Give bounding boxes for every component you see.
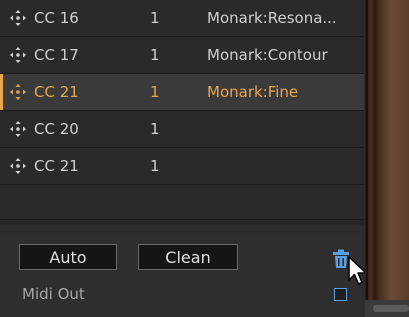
selection-indicator [0, 74, 3, 110]
midi-mapping-panel: CC 16 1 Monark:Resona... CC 17 1 Monark: [0, 0, 367, 317]
mapping-list: CC 16 1 Monark:Resona... CC 17 1 Monark: [0, 0, 364, 225]
wood-edge-divider [366, 0, 368, 300]
cc-number: CC 21 [34, 83, 79, 101]
auto-button[interactable]: Auto [19, 244, 117, 270]
midi-channel: 1 [150, 46, 160, 64]
mapped-parameter: Monark:Fine [207, 83, 299, 101]
mapping-row[interactable]: CC 16 1 Monark:Resona... [0, 0, 364, 37]
horizontal-scrollbar[interactable] [365, 300, 409, 317]
midi-out-label: Midi Out [22, 285, 85, 303]
wood-side-panel [365, 0, 409, 300]
mapped-parameter: Monark:Resona... [207, 9, 337, 27]
midi-channel: 1 [150, 157, 160, 175]
mapping-row[interactable]: CC 17 1 Monark:Contour [0, 37, 364, 74]
mapped-parameter: Monark:Contour [207, 46, 328, 64]
midi-channel: 1 [150, 83, 160, 101]
cc-number: CC 20 [34, 120, 79, 138]
mapping-row[interactable]: CC 20 1 [0, 111, 364, 148]
midi-channel: 1 [150, 120, 160, 138]
drag-handle-icon[interactable] [10, 37, 30, 73]
empty-list-row [0, 185, 364, 220]
drag-handle-icon[interactable] [10, 111, 30, 147]
cc-number: CC 16 [34, 9, 79, 27]
midi-channel: 1 [150, 9, 160, 27]
mapping-toolbar: Auto Clean Midi Out [0, 233, 367, 317]
scrollbar-thumb[interactable] [373, 305, 409, 312]
mapping-row-selected[interactable]: CC 21 1 Monark:Fine [0, 74, 364, 111]
cc-number: CC 21 [34, 157, 79, 175]
drag-handle-icon[interactable] [10, 0, 30, 36]
clean-button[interactable]: Clean [138, 244, 238, 270]
mapping-row[interactable]: CC 21 1 [0, 148, 364, 185]
midi-out-checkbox[interactable] [334, 288, 347, 301]
cc-number: CC 17 [34, 46, 79, 64]
drag-handle-icon[interactable] [10, 74, 30, 110]
drag-handle-icon[interactable] [10, 148, 30, 184]
